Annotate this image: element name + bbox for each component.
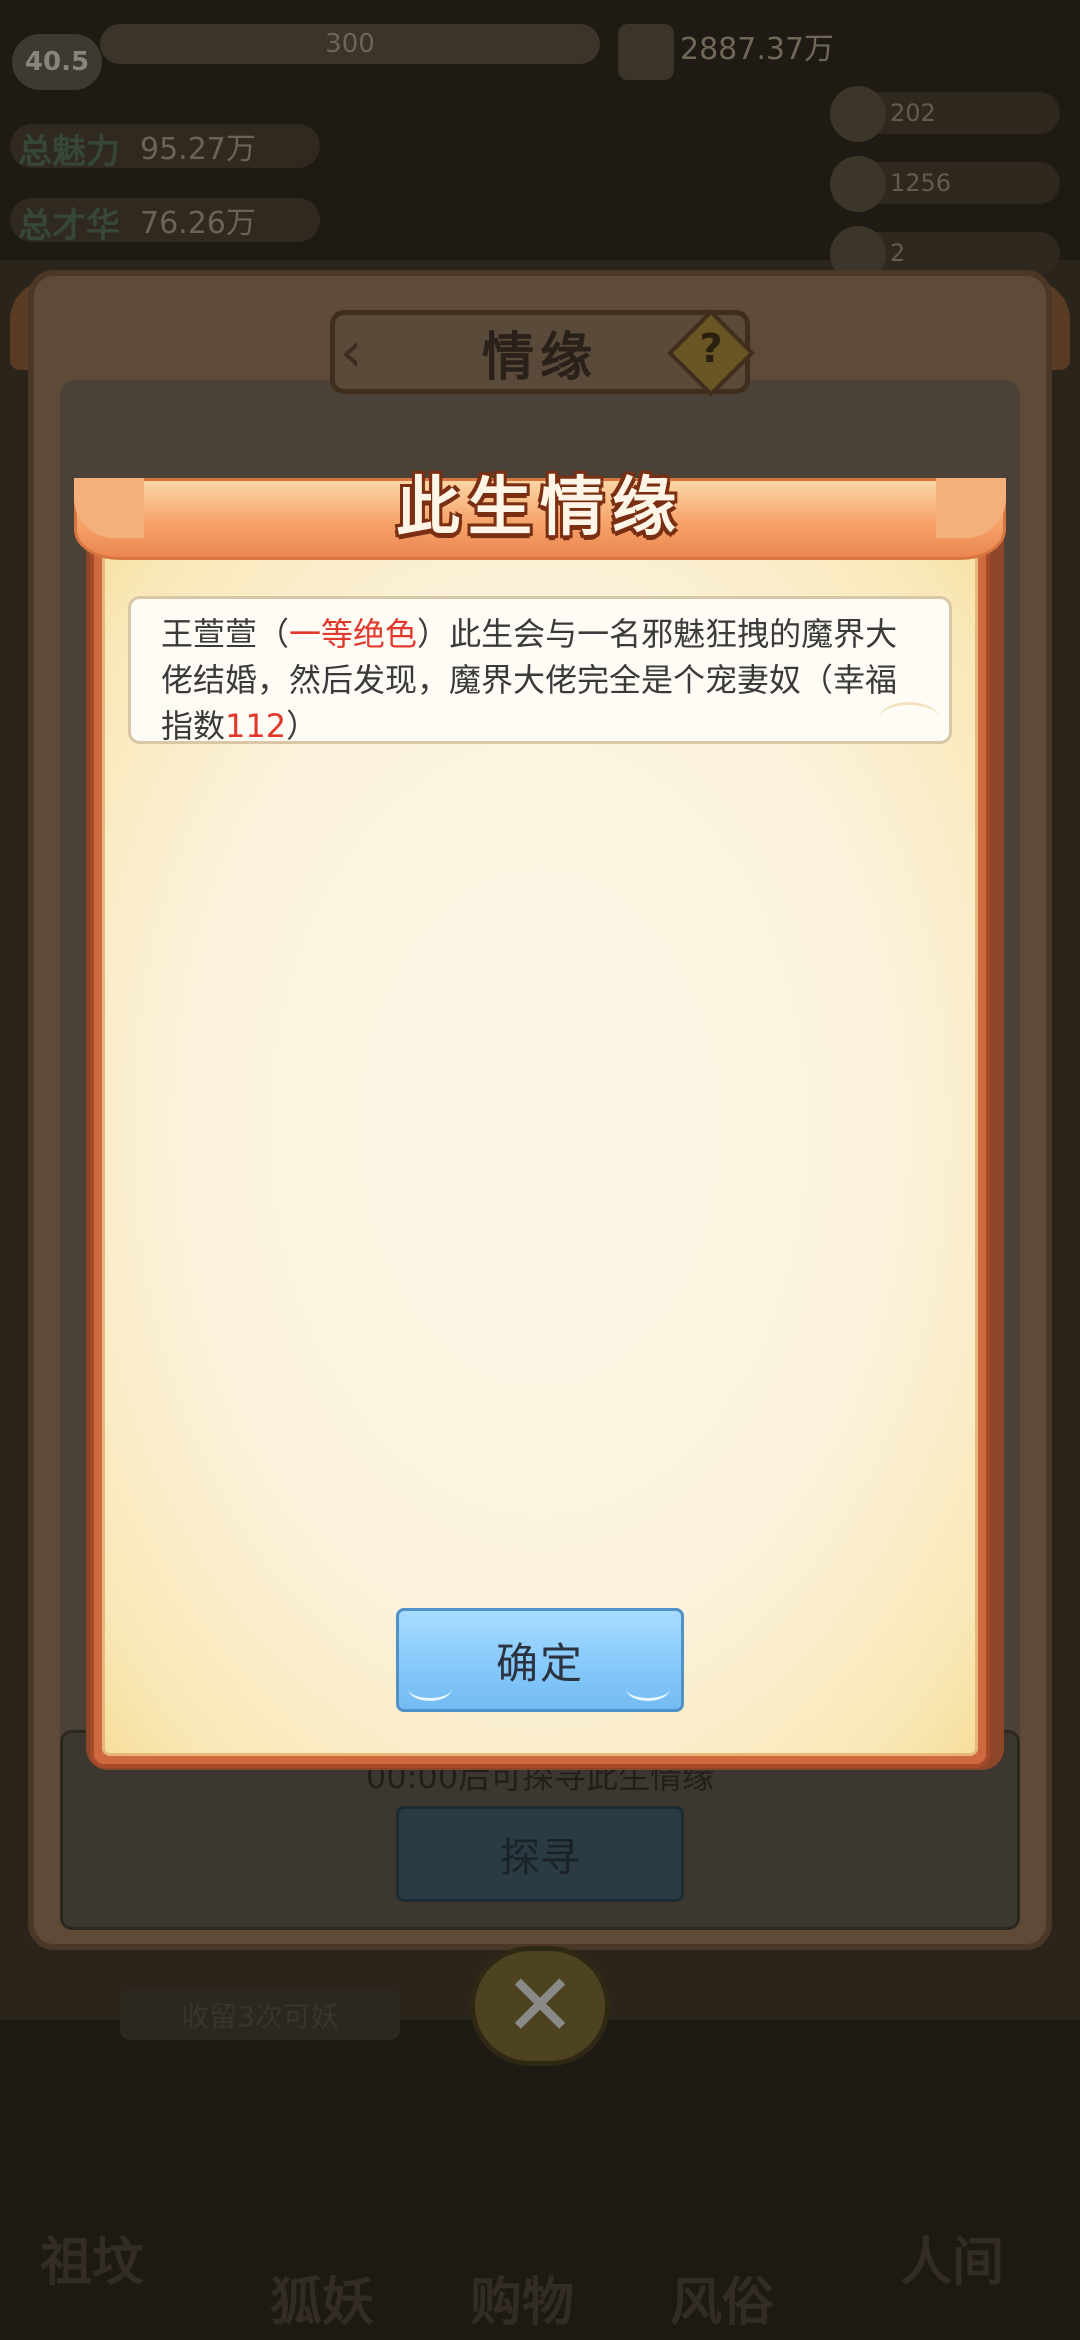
level-badge: 40.5 bbox=[12, 34, 102, 90]
back-arrow-icon[interactable]: ‹ bbox=[340, 320, 362, 385]
stat-charm-tag: 总魅力 bbox=[18, 132, 120, 172]
fox-progress-bar: 收留3次可妖 bbox=[120, 1990, 400, 2040]
silver-icon bbox=[618, 24, 674, 80]
stat-charm: 总魅力 95.27万 bbox=[10, 124, 320, 172]
nav-world[interactable]: 人间 bbox=[900, 2220, 1004, 2295]
nav-fox[interactable]: 狐妖 bbox=[270, 2260, 374, 2335]
open-paren: （ bbox=[257, 615, 290, 653]
end-paren: ） bbox=[286, 707, 319, 745]
close-paren: ） bbox=[417, 615, 450, 653]
bottom-nav: 祖坟 狐妖 购物 风俗 人间 bbox=[0, 2020, 1080, 2340]
story-decoration bbox=[879, 702, 939, 735]
happiness-value: 112 bbox=[225, 707, 287, 745]
stat-talent-tag: 总才华 bbox=[18, 206, 120, 246]
stat-charm-value: 95.27万 bbox=[140, 132, 256, 167]
nav-shop[interactable]: 购物 bbox=[470, 2260, 574, 2335]
beauty-rank: 一等绝色 bbox=[289, 615, 418, 653]
resource-2-icon bbox=[830, 156, 886, 212]
resource-1-icon bbox=[830, 86, 886, 142]
help-question-mark: ? bbox=[699, 326, 723, 372]
seek-button[interactable]: 探寻 bbox=[396, 1806, 684, 1902]
nav-ancestor[interactable]: 祖坟 bbox=[40, 2220, 144, 2295]
button-decoration-right bbox=[626, 1676, 670, 1701]
stat-talent: 总才华 76.26万 bbox=[10, 198, 320, 246]
story-box: 王萱萱（一等绝色）此生会与一名邪魅狂拽的魔界大佬结婚，然后发现，魔界大佬完全是个… bbox=[128, 596, 952, 745]
button-decoration-left bbox=[408, 1676, 452, 1701]
exp-bar: 300 bbox=[100, 24, 600, 64]
nav-custom[interactable]: 风俗 bbox=[670, 2260, 774, 2335]
dialog-title: 此生情缘 bbox=[396, 470, 684, 545]
character-name: 王萱萱 bbox=[161, 615, 258, 653]
silver-value: 2887.37万 bbox=[680, 32, 835, 67]
close-icon[interactable]: ✕ bbox=[470, 1946, 610, 2066]
stat-talent-value: 76.26万 bbox=[140, 206, 256, 241]
